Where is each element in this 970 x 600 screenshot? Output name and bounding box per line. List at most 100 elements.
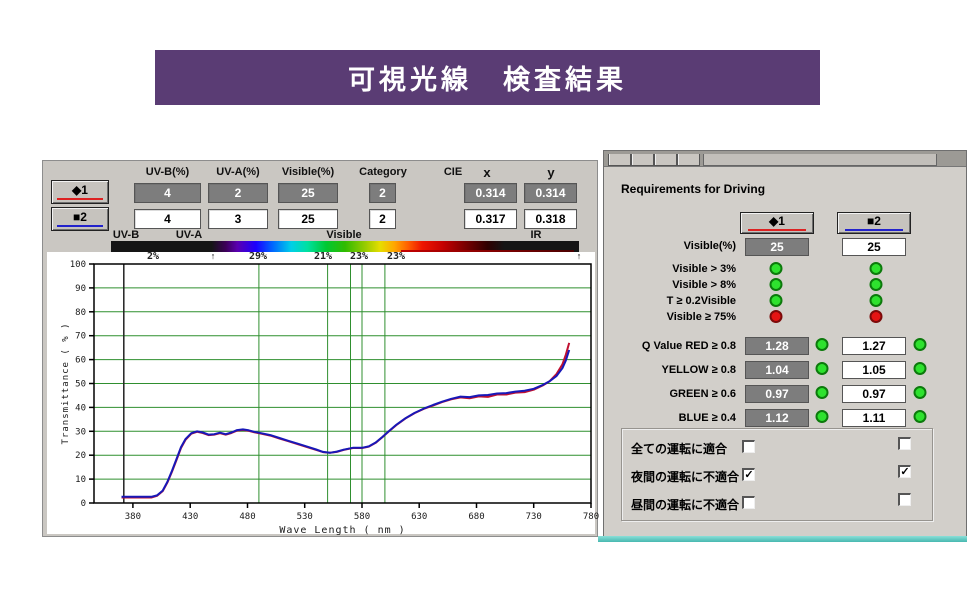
- q-value-label: BLUE ≥ 0.4: [678, 412, 736, 424]
- svg-text:380: 380: [125, 512, 141, 522]
- series2-underline: [57, 225, 103, 227]
- spectrum-label-visible: Visible: [326, 229, 362, 241]
- svg-text:530: 530: [297, 512, 313, 522]
- toolbar-button[interactable]: [608, 154, 631, 166]
- svg-text:100: 100: [70, 260, 86, 270]
- cie-y-value-1: 0.314: [524, 183, 577, 203]
- category-value-2: 2: [369, 209, 396, 229]
- toolbar-button[interactable]: [631, 154, 654, 166]
- visible-pct-label: Visible(%): [683, 240, 736, 252]
- q-value-1: 1.28: [745, 337, 809, 355]
- cie-x-value-2: 0.317: [464, 209, 517, 229]
- driving-series2-label: ■2: [867, 213, 881, 228]
- checkbox-all-driving-1[interactable]: [742, 440, 755, 453]
- page-title: 可視光線 検査結果: [348, 65, 627, 95]
- svg-text:40: 40: [75, 403, 86, 413]
- toolbar-button[interactable]: [654, 154, 677, 166]
- svg-text:780: 780: [583, 512, 599, 522]
- driving-series1-button[interactable]: ◆1: [740, 212, 814, 234]
- visible-pct-value-1: 25: [745, 238, 809, 256]
- uvb-value-1: 4: [134, 183, 201, 203]
- driving-series1-underline: [748, 228, 806, 231]
- svg-text:30: 30: [75, 427, 86, 437]
- requirements-heading: Requirements for Driving: [621, 182, 766, 196]
- checkbox-night-unsuitable-1[interactable]: ✓: [742, 468, 755, 481]
- q-value-1: 0.97: [745, 385, 809, 403]
- status-dot: [913, 386, 927, 399]
- status-dot: [769, 262, 783, 275]
- title-banner: 可視光線 検査結果: [155, 50, 820, 105]
- col-header-category: Category: [359, 166, 407, 178]
- svg-text:430: 430: [182, 512, 198, 522]
- series1-button[interactable]: ◆1: [51, 180, 109, 204]
- svg-text:730: 730: [526, 512, 542, 522]
- visible-value-1: 25: [278, 183, 338, 203]
- check-label: 全ての運転に適合: [631, 442, 728, 456]
- criterion-label: T ≥ 0.2Visible: [666, 295, 736, 307]
- spectrum-bar: [111, 241, 579, 252]
- status-dot: [913, 410, 927, 423]
- series2-button[interactable]: ■2: [51, 207, 109, 231]
- toolbar-button[interactable]: [677, 154, 700, 166]
- col-header-x: x: [483, 165, 491, 180]
- driving-panel: Requirements for Driving ◆1 ■2 Visible(%…: [603, 150, 967, 537]
- svg-text:50: 50: [75, 380, 86, 390]
- col-header-visible: Visible(%): [281, 166, 335, 178]
- driving-series2-underline: [845, 228, 903, 231]
- svg-text:20: 20: [75, 451, 86, 461]
- status-dot: [869, 310, 883, 323]
- svg-text:580: 580: [354, 512, 370, 522]
- transmittance-chart: 380 430 480 530 580 630 680 730 780 0 10 20 30 40 50 60…: [61, 260, 599, 536]
- q-value-2: 1.05: [842, 361, 906, 379]
- svg-text:80: 80: [75, 308, 86, 318]
- status-dot: [869, 262, 883, 275]
- visible-value-2: 25: [278, 209, 338, 229]
- status-dot: [869, 294, 883, 307]
- measurement-panel: UV-B(%) UV-A(%) Visible(%) Category CIE …: [42, 160, 599, 537]
- category-value-1: 2: [369, 183, 396, 203]
- toolbar: [604, 151, 966, 167]
- status-dot: [815, 338, 829, 351]
- svg-text:90: 90: [75, 284, 86, 294]
- checkbox-day-unsuitable-2[interactable]: [898, 493, 911, 506]
- status-dot: [769, 310, 783, 323]
- svg-text:630: 630: [411, 512, 427, 522]
- driving-series1-label: ◆1: [769, 213, 785, 228]
- svg-text:60: 60: [75, 356, 86, 366]
- svg-text:0: 0: [81, 499, 86, 509]
- q-value-label: YELLOW ≥ 0.8: [661, 364, 737, 376]
- svg-text:70: 70: [75, 332, 86, 342]
- q-value-2: 1.11: [842, 409, 906, 427]
- status-dot: [769, 294, 783, 307]
- check-label: 夜間の運転に不適合: [631, 470, 740, 484]
- window-bottom-edge: [598, 536, 967, 542]
- criterion-label: Visible > 8%: [672, 279, 736, 291]
- toolbar-bar: [703, 154, 937, 166]
- col-header-cie: CIE: [443, 166, 463, 178]
- q-value-label: GREEN ≥ 0.6: [669, 388, 736, 400]
- col-header-uva: UV-A(%): [216, 166, 260, 178]
- series2-label: ■2: [73, 210, 87, 224]
- checkbox-all-driving-2[interactable]: [898, 437, 911, 450]
- checkbox-day-unsuitable-1[interactable]: [742, 496, 755, 509]
- spectrum-label-uvb: UV-B: [112, 229, 140, 241]
- col-header-uvb: UV-B(%): [145, 166, 190, 178]
- check-label: 昼間の運転に不適合: [631, 498, 740, 512]
- q-value-1: 1.12: [745, 409, 809, 427]
- cie-y-value-2: 0.318: [524, 209, 577, 229]
- status-dot: [815, 362, 829, 375]
- visible-pct-value-2: 25: [842, 238, 906, 256]
- status-dot: [815, 386, 829, 399]
- q-value-1: 1.04: [745, 361, 809, 379]
- status-dot: [769, 278, 783, 291]
- q-value-2: 1.27: [842, 337, 906, 355]
- series1-label: ◆1: [72, 183, 88, 197]
- criterion-label: Visible > 3%: [672, 263, 736, 275]
- svg-text:680: 680: [468, 512, 484, 522]
- driving-series2-button[interactable]: ■2: [837, 212, 911, 234]
- spectrum-label-uva: UV-A: [175, 229, 203, 241]
- series1-underline: [57, 198, 103, 200]
- uva-value-2: 3: [208, 209, 268, 229]
- uva-value-1: 2: [208, 183, 268, 203]
- checkbox-night-unsuitable-2[interactable]: ✓: [898, 465, 911, 478]
